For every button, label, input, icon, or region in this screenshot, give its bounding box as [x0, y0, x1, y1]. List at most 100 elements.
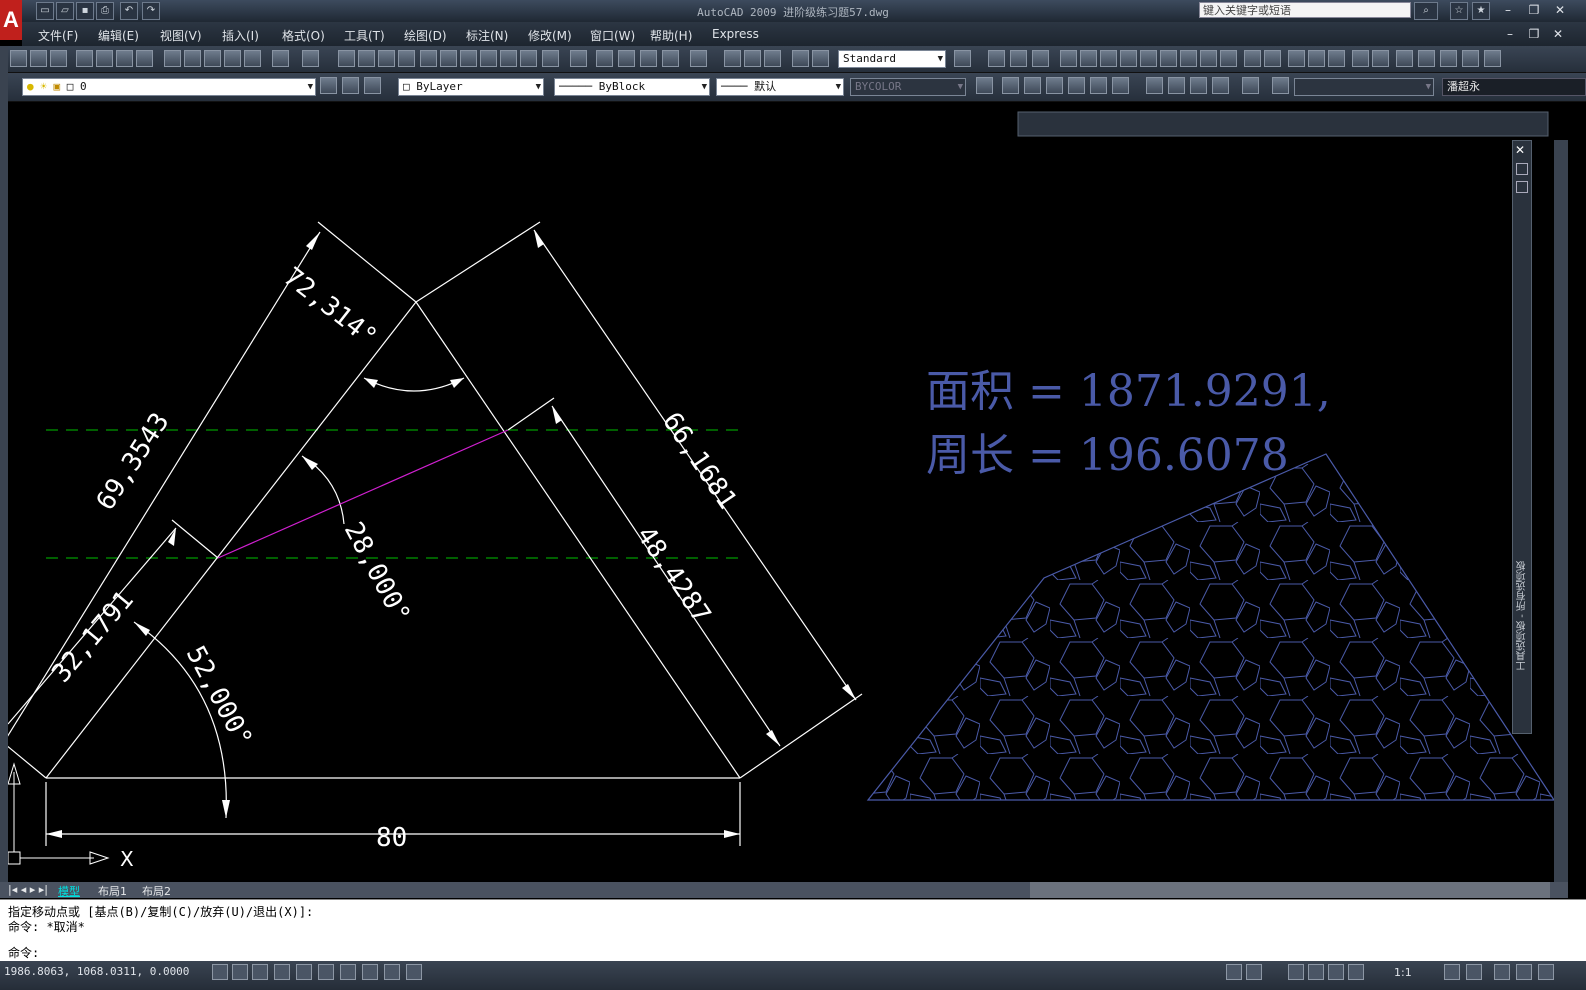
- menu-help[interactable]: 帮助(H): [650, 27, 692, 44]
- view1-icon[interactable]: [1244, 50, 1261, 67]
- shade1-icon[interactable]: [1146, 77, 1163, 94]
- publish-icon[interactable]: [116, 50, 133, 67]
- palette-close-icon[interactable]: ✕: [1515, 143, 1525, 157]
- lineweight-toggle-icon[interactable]: [384, 964, 400, 980]
- new-file-icon[interactable]: ▭: [36, 2, 54, 20]
- menu-tools[interactable]: 工具(T): [344, 27, 385, 44]
- subtract-icon[interactable]: [1010, 50, 1027, 67]
- menu-window[interactable]: 窗口(W): [590, 27, 635, 44]
- view10-icon[interactable]: [1440, 50, 1457, 67]
- help-icon[interactable]: [542, 50, 559, 67]
- communication-icon[interactable]: ☆: [1450, 2, 1468, 20]
- doc-close-icon[interactable]: ✕: [1548, 26, 1568, 42]
- open-file-icon[interactable]: ▱: [56, 2, 74, 20]
- named-views-icon[interactable]: [1272, 77, 1289, 94]
- view4-icon[interactable]: [1308, 50, 1325, 67]
- doc-minimize-icon[interactable]: –: [1500, 26, 1520, 42]
- qp-icon[interactable]: [406, 964, 422, 980]
- light-icon[interactable]: [596, 50, 613, 67]
- visual-style-icon[interactable]: [570, 50, 587, 67]
- designcenter-icon[interactable]: [440, 50, 457, 67]
- doc-restore-icon[interactable]: ❐: [1524, 26, 1544, 42]
- view12-icon[interactable]: [1484, 50, 1501, 67]
- minimize-icon[interactable]: –: [1498, 2, 1518, 18]
- zoom-status-icon[interactable]: [1308, 964, 1324, 980]
- viewport2-icon[interactable]: [1002, 77, 1019, 94]
- ucs9-icon[interactable]: [1220, 50, 1237, 67]
- ortho-icon[interactable]: [252, 964, 268, 980]
- ucs-icon[interactable]: [1060, 50, 1077, 67]
- viewport6-icon[interactable]: [1090, 77, 1107, 94]
- view11-icon[interactable]: [1462, 50, 1479, 67]
- viewport1-icon[interactable]: [976, 77, 993, 94]
- tab-layout2[interactable]: 布局2: [142, 883, 171, 899]
- arc3-tool-icon[interactable]: [764, 50, 781, 67]
- ucs6-icon[interactable]: [1160, 50, 1177, 67]
- area-text[interactable]: 面积 = 1871.9291,: [926, 366, 1331, 417]
- undo-tb-icon[interactable]: [272, 50, 289, 67]
- palette-properties-icon[interactable]: [1516, 181, 1528, 193]
- dim-left-length[interactable]: 69,3543: [91, 408, 176, 516]
- copy-icon[interactable]: [184, 50, 201, 67]
- zoom-previous-icon[interactable]: [398, 50, 415, 67]
- lock-status-icon[interactable]: [1516, 964, 1532, 980]
- ucs3-icon[interactable]: [1100, 50, 1117, 67]
- save-tb-icon[interactable]: [50, 50, 67, 67]
- cut-icon[interactable]: [164, 50, 181, 67]
- vertical-scrollbar[interactable]: [1554, 140, 1568, 882]
- view7-icon[interactable]: [1372, 50, 1389, 67]
- user-field[interactable]: 潘超永: [1442, 78, 1586, 96]
- grid-icon[interactable]: [232, 964, 248, 980]
- tab-nav-arrows[interactable]: |◂ ◂ ▸ ▸|: [8, 883, 48, 896]
- pan-icon[interactable]: [338, 50, 355, 67]
- matchprop-icon[interactable]: [224, 50, 241, 67]
- color-select[interactable]: □ ByLayer ▼: [398, 78, 544, 96]
- print-icon[interactable]: ⎙: [96, 2, 114, 20]
- shade2-icon[interactable]: [1168, 77, 1185, 94]
- text-style-select[interactable]: Standard ▼: [838, 50, 946, 68]
- spline-tool-icon[interactable]: [792, 50, 809, 67]
- quickcalc-icon[interactable]: [520, 50, 537, 67]
- named-view-select[interactable]: ▼: [1294, 78, 1434, 96]
- shade3-icon[interactable]: [1190, 77, 1207, 94]
- plot-icon[interactable]: [76, 50, 93, 67]
- view5-icon[interactable]: [1328, 50, 1345, 67]
- view8-icon[interactable]: [1396, 50, 1413, 67]
- dim-right-length[interactable]: 66,1681: [656, 407, 742, 515]
- annotation-scale[interactable]: 1:1: [1394, 966, 1412, 979]
- shade4-icon[interactable]: [1212, 77, 1229, 94]
- view3-icon[interactable]: [1288, 50, 1305, 67]
- coordinates-readout[interactable]: 1986.8063, 1068.0311, 0.0000: [4, 965, 189, 978]
- otrack-icon[interactable]: [318, 964, 334, 980]
- autocad-logo[interactable]: A: [0, 0, 22, 40]
- dim-angle-bottom[interactable]: 52,000°: [180, 641, 258, 752]
- view9-icon[interactable]: [1418, 50, 1435, 67]
- ucs4-icon[interactable]: [1120, 50, 1137, 67]
- command-prompt[interactable]: 命令:: [8, 944, 39, 961]
- layout-icon[interactable]: [1246, 964, 1262, 980]
- redo-tb-icon[interactable]: [302, 50, 319, 67]
- layer-select[interactable]: ● ☀ ▣ □ 0 ▼: [22, 78, 316, 96]
- dim-angle-top[interactable]: 72,314°: [278, 262, 383, 353]
- undo-icon[interactable]: ↶: [120, 2, 138, 20]
- pan-status-icon[interactable]: [1288, 964, 1304, 980]
- dimstyle-icon[interactable]: [954, 50, 971, 67]
- steering-icon[interactable]: [1328, 964, 1344, 980]
- view2-icon[interactable]: [1264, 50, 1281, 67]
- search-icon[interactable]: ⌕: [1414, 2, 1438, 20]
- polar-icon[interactable]: [274, 964, 290, 980]
- search-input[interactable]: 键入关键字或短语: [1199, 2, 1411, 18]
- properties-icon[interactable]: [420, 50, 437, 67]
- workspace-icon[interactable]: [1494, 964, 1510, 980]
- block-editor-icon[interactable]: [244, 50, 261, 67]
- zoom-realtime-icon[interactable]: [358, 50, 375, 67]
- viewport4-icon[interactable]: [1046, 77, 1063, 94]
- dyn-icon[interactable]: [362, 964, 378, 980]
- snap-icon[interactable]: [212, 964, 228, 980]
- ucs7-icon[interactable]: [1180, 50, 1197, 67]
- paste-icon[interactable]: [204, 50, 221, 67]
- layer-previous-icon[interactable]: [364, 77, 381, 94]
- restore-icon[interactable]: ❐: [1524, 2, 1544, 18]
- menu-edit[interactable]: 编辑(E): [98, 27, 139, 44]
- qnew-icon[interactable]: [10, 50, 27, 67]
